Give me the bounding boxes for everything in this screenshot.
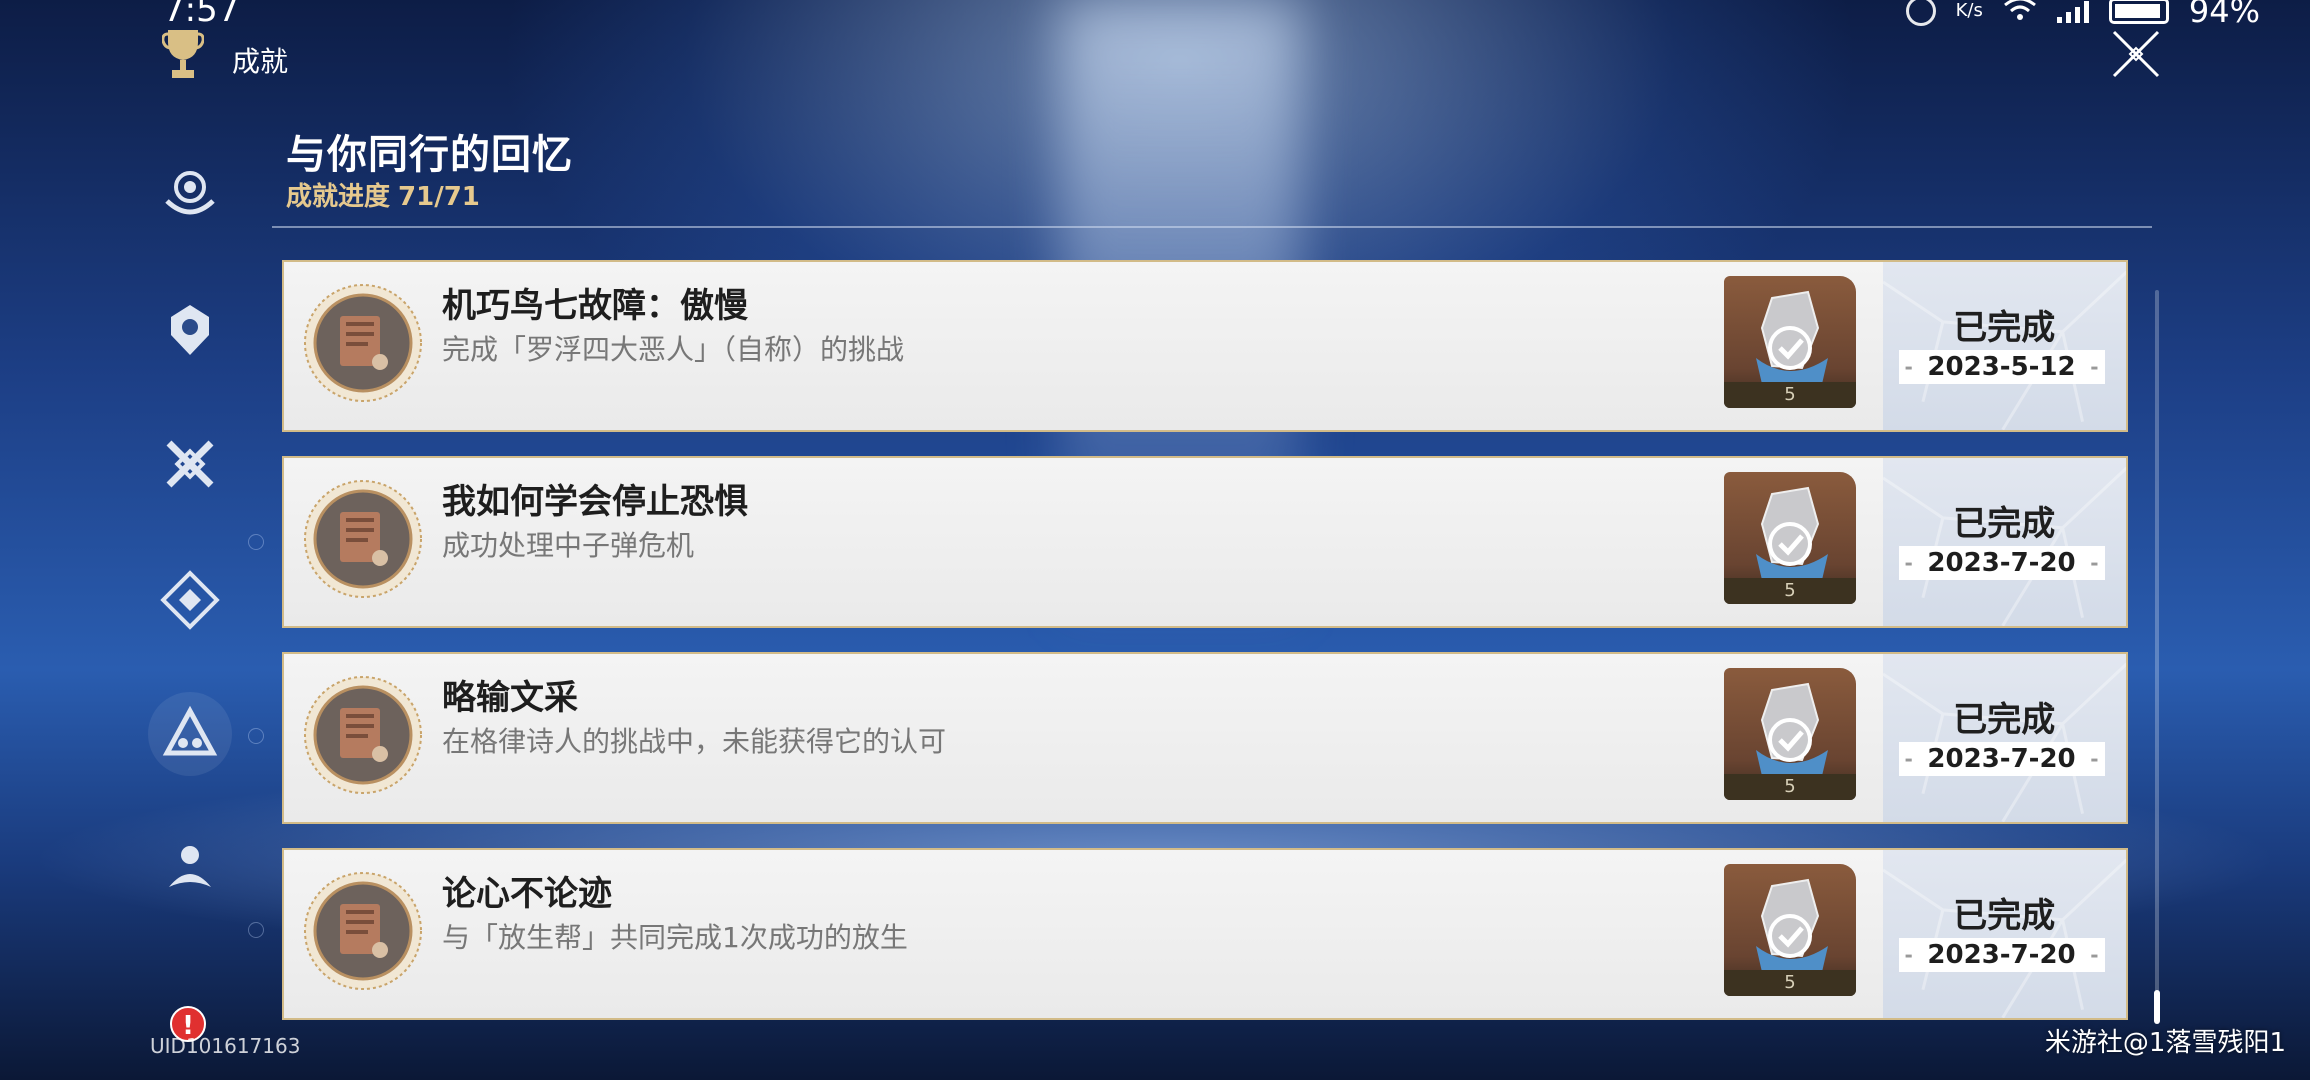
achievement-medal-icon <box>304 284 422 402</box>
completion-status: 已完成 <box>1953 896 2056 936</box>
sidebar-item-3[interactable] <box>148 422 232 506</box>
scrollbar-thumb[interactable] <box>2154 990 2160 1024</box>
sidebar-item-4[interactable] <box>148 558 232 642</box>
achievement-title: 略输文采 <box>442 678 578 718</box>
group-title: 与你同行的回忆 <box>286 132 573 178</box>
category-icon-3 <box>166 440 214 488</box>
list-scrollbar[interactable] <box>2155 290 2159 1010</box>
achievement-title: 论心不论迹 <box>442 874 612 914</box>
header-label: 成就 <box>232 45 289 78</box>
achievement-main: 略输文采 在格律诗人的挑战中，未能获得它的认可 5 <box>284 654 1883 822</box>
achievement-title: 我如何学会停止恐惧 <box>442 482 748 522</box>
category-icon-1 <box>165 171 215 215</box>
achievement-main: 论心不论迹 与「放生帮」共同完成1次成功的放生 5 <box>284 850 1883 1018</box>
reward-item[interactable]: 5 <box>1724 668 1856 800</box>
achievement-medal-icon <box>304 480 422 598</box>
achievement-main: 我如何学会停止恐惧 成功处理中子弹危机 5 <box>284 458 1883 626</box>
achievement-row[interactable]: 略输文采 在格律诗人的挑战中，未能获得它的认可 5 已完成 2023-7-20 <box>282 652 2128 824</box>
stellar-jade-icon <box>1756 682 1828 776</box>
reward-count: 5 <box>1724 578 1856 604</box>
reward-item[interactable]: 5 <box>1724 864 1856 996</box>
achievement-main: 机巧鸟七故障：傲慢 完成「罗浮四大恶人」（自称）的挑战 5 <box>284 262 1883 430</box>
completion-panel: 已完成 2023-5-12 <box>1882 262 2126 430</box>
trophy-icon <box>162 30 204 78</box>
reward-item[interactable]: 5 <box>1724 276 1856 408</box>
category-icon-6 <box>169 846 211 887</box>
achievement-row[interactable]: 论心不论迹 与「放生帮」共同完成1次成功的放生 5 已完成 2023-7-20 <box>282 848 2128 1020</box>
completion-date: 2023-7-20 <box>1898 546 2105 580</box>
progress-value: 71/71 <box>398 182 480 212</box>
sidebar-item-5[interactable] <box>148 692 232 776</box>
sidebar-item-2[interactable] <box>148 288 232 372</box>
achievement-row[interactable]: 机巧鸟七故障：傲慢 完成「罗浮四大恶人」（自称）的挑战 5 已完成 2023-5… <box>282 260 2128 432</box>
wifi-icon <box>2003 0 2037 30</box>
completion-status: 已完成 <box>1953 504 2056 544</box>
sidebar-dot <box>248 534 264 550</box>
progress-label: 成就进度 <box>286 182 391 212</box>
category-icon-4 <box>160 570 220 630</box>
achievement-title: 机巧鸟七故障：傲慢 <box>442 286 748 326</box>
completion-date: 2023-5-12 <box>1898 350 2105 384</box>
achievement-desc: 在格律诗人的挑战中，未能获得它的认可 <box>442 725 947 758</box>
completion-date: 2023-7-20 <box>1898 938 2105 972</box>
sidebar-item-1[interactable] <box>148 150 232 234</box>
sidebar-dot <box>248 922 264 938</box>
achievement-desc: 与「放生帮」共同完成1次成功的放生 <box>442 921 908 954</box>
reward-count: 5 <box>1724 970 1856 996</box>
completion-panel: 已完成 2023-7-20 <box>1882 458 2126 626</box>
player-uid: UID101617163 <box>150 1034 301 1058</box>
achievement-medal-icon <box>304 676 422 794</box>
achievement-progress: 成就进度 71/71 <box>286 176 480 213</box>
reward-count: 5 <box>1724 774 1856 800</box>
completion-status: 已完成 <box>1953 700 2056 740</box>
completion-panel: 已完成 2023-7-20 <box>1882 850 2126 1018</box>
completion-status: 已完成 <box>1953 308 2056 348</box>
stellar-jade-icon <box>1756 486 1828 580</box>
completion-date: 2023-7-20 <box>1898 742 2105 776</box>
completion-panel: 已完成 2023-7-20 <box>1882 654 2126 822</box>
sidebar-item-6[interactable] <box>148 826 232 910</box>
signal-icon <box>2056 0 2089 23</box>
status-bar-right: K/s 94% <box>1905 0 2260 30</box>
achievement-desc: 成功处理中子弹危机 <box>442 529 695 562</box>
stellar-jade-icon <box>1756 290 1828 384</box>
category-icon-5 <box>162 705 218 756</box>
net-speed-unit: K/s <box>1955 0 1983 21</box>
sidebar-dot <box>248 728 264 744</box>
battery-percent: 94% <box>2188 0 2260 30</box>
category-icon-2 <box>171 305 209 355</box>
stellar-jade-icon <box>1756 878 1828 972</box>
close-icon[interactable] <box>2110 28 2162 80</box>
title-divider <box>272 226 2152 228</box>
achievement-row[interactable]: 我如何学会停止恐惧 成功处理中子弹危机 5 已完成 2023-7-20 <box>282 456 2128 628</box>
reward-count: 5 <box>1724 382 1856 408</box>
alarm-icon <box>1905 0 1936 26</box>
achievement-medal-icon <box>304 872 422 990</box>
reward-item[interactable]: 5 <box>1724 472 1856 604</box>
battery-icon <box>2108 0 2169 24</box>
achievement-desc: 完成「罗浮四大恶人」（自称）的挑战 <box>442 333 905 366</box>
watermark: 米游社@1落雪残阳1 <box>2044 1028 2286 1058</box>
